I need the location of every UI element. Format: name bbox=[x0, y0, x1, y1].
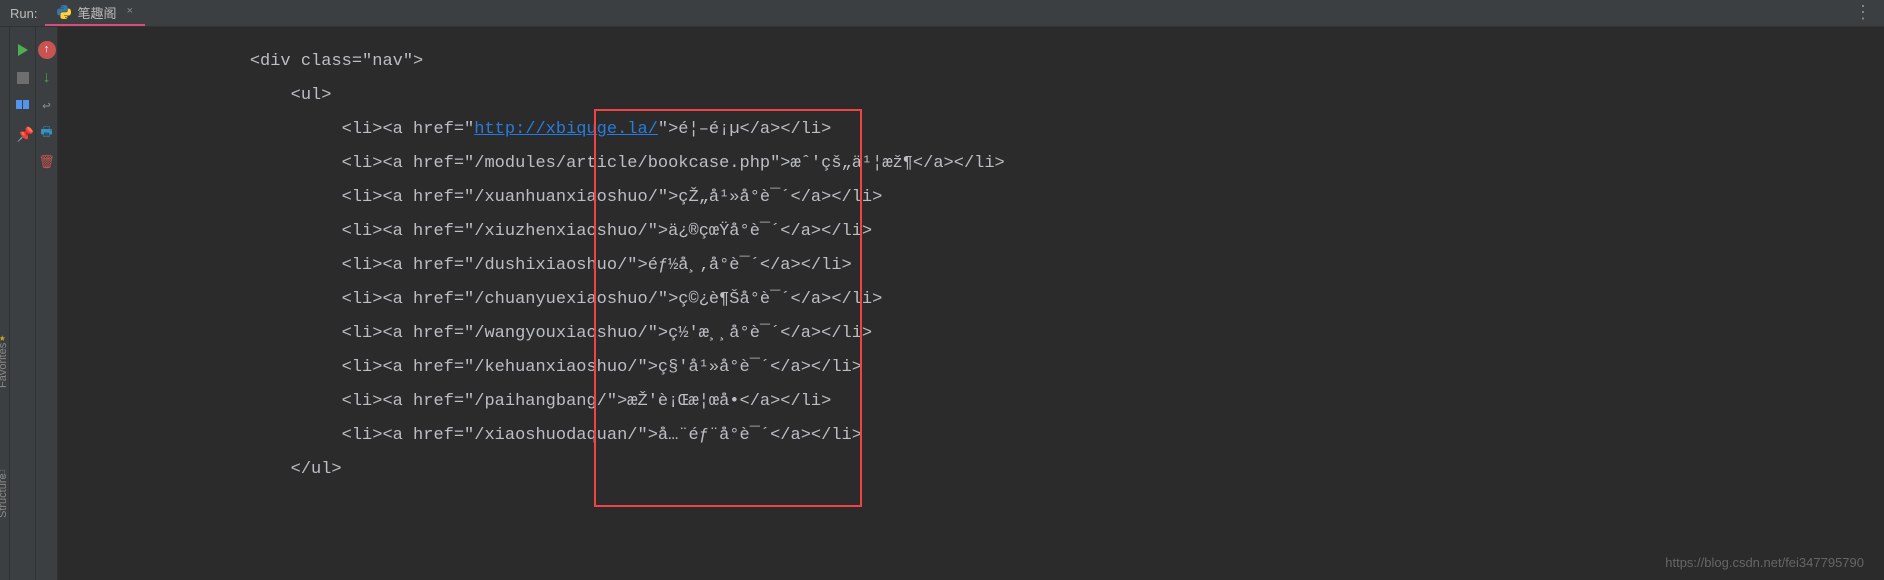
top-bar: Run: 笔趣阁 × ⋮ bbox=[0, 0, 1884, 27]
up-button[interactable]: ↑ bbox=[38, 41, 56, 59]
structure-label[interactable]: Structure bbox=[0, 473, 9, 518]
toolbar-right: ↑ ↓ ↩ 🖶 🗑 bbox=[36, 27, 58, 580]
print-button[interactable]: 🖶 bbox=[38, 125, 56, 143]
layout-button[interactable] bbox=[14, 97, 32, 115]
pin-icon: 📌 bbox=[17, 127, 29, 141]
stop-button[interactable] bbox=[14, 69, 32, 87]
top-bar-left: Run: 笔趣阁 × bbox=[0, 0, 145, 26]
output-line: <li><a href="/paihangbang/">æŽ'è¡Œæ¦œå•<… bbox=[158, 385, 1884, 419]
run-tab[interactable]: 笔趣阁 × bbox=[45, 0, 145, 26]
favorites-label[interactable]: Favorites bbox=[0, 343, 9, 388]
down-arrow-icon: ↓ bbox=[42, 69, 52, 87]
run-label: Run: bbox=[0, 6, 45, 21]
trash-button[interactable]: 🗑 bbox=[38, 153, 56, 171]
watermark: https://blog.csdn.net/fei347795790 bbox=[1665, 555, 1864, 570]
down-button[interactable]: ↓ bbox=[38, 69, 56, 87]
print-icon: 🖶 bbox=[40, 123, 52, 145]
left-edge-panel: ★ Favorites ⬚ Structure bbox=[0, 27, 10, 580]
wrap-button[interactable]: ↩ bbox=[38, 97, 56, 115]
python-icon bbox=[57, 5, 71, 19]
tab-close[interactable]: × bbox=[126, 6, 133, 18]
layout-icon bbox=[16, 100, 30, 112]
play-button[interactable] bbox=[14, 41, 32, 59]
output-line: <div class="nav"> bbox=[158, 45, 1884, 79]
play-icon bbox=[18, 44, 28, 56]
more-menu-icon[interactable]: ⋮ bbox=[1854, 2, 1872, 24]
output-line: <li><a href="/dushixiaoshuo/">éƒ½å¸‚å°è¯… bbox=[158, 249, 1884, 283]
tab-label: 笔趣阁 bbox=[77, 3, 116, 22]
stop-icon bbox=[17, 72, 29, 84]
trash-icon: 🗑 bbox=[38, 155, 55, 170]
output-line: <li><a href="/xuanhuanxiaoshuo/">çŽ„å¹»å… bbox=[158, 181, 1884, 215]
output-line: <ul> bbox=[158, 79, 1884, 113]
main-area: ★ Favorites ⬚ Structure 📌 ↑ ↓ ↩ bbox=[0, 27, 1884, 580]
console-output[interactable]: <div class="nav"> <ul> <li><a href="http… bbox=[58, 27, 1884, 580]
output-line: <li><a href="/xiuzhenxiaoshuo/">ä¿®çœŸå°… bbox=[158, 215, 1884, 249]
pin-button[interactable]: 📌 bbox=[14, 125, 32, 143]
up-arrow-icon: ↑ bbox=[38, 41, 56, 59]
output-line: <li><a href="/wangyouxiaoshuo/">ç½'æ¸¸å°… bbox=[158, 317, 1884, 351]
output-url[interactable]: http://xbiquge.la/ bbox=[474, 120, 658, 139]
output-line: </ul> bbox=[158, 453, 1884, 487]
wrap-icon: ↩ bbox=[42, 98, 50, 115]
output-line: <li><a href="http://xbiquge.la/">é¦–é¡µ<… bbox=[158, 113, 1884, 147]
output-line: <li><a href="/kehuanxiaoshuo/">ç§'å¹»å°è… bbox=[158, 351, 1884, 385]
output-line: <li><a href="/chuanyuexiaoshuo/">ç©¿è¶Šå… bbox=[158, 283, 1884, 317]
output-line: <li><a href="/modules/article/bookcase.p… bbox=[158, 147, 1884, 181]
output-line: <li><a href="/xiaoshuodaquan/">å…¨éƒ¨å°è… bbox=[158, 419, 1884, 453]
toolbar-left: 📌 bbox=[10, 27, 36, 580]
